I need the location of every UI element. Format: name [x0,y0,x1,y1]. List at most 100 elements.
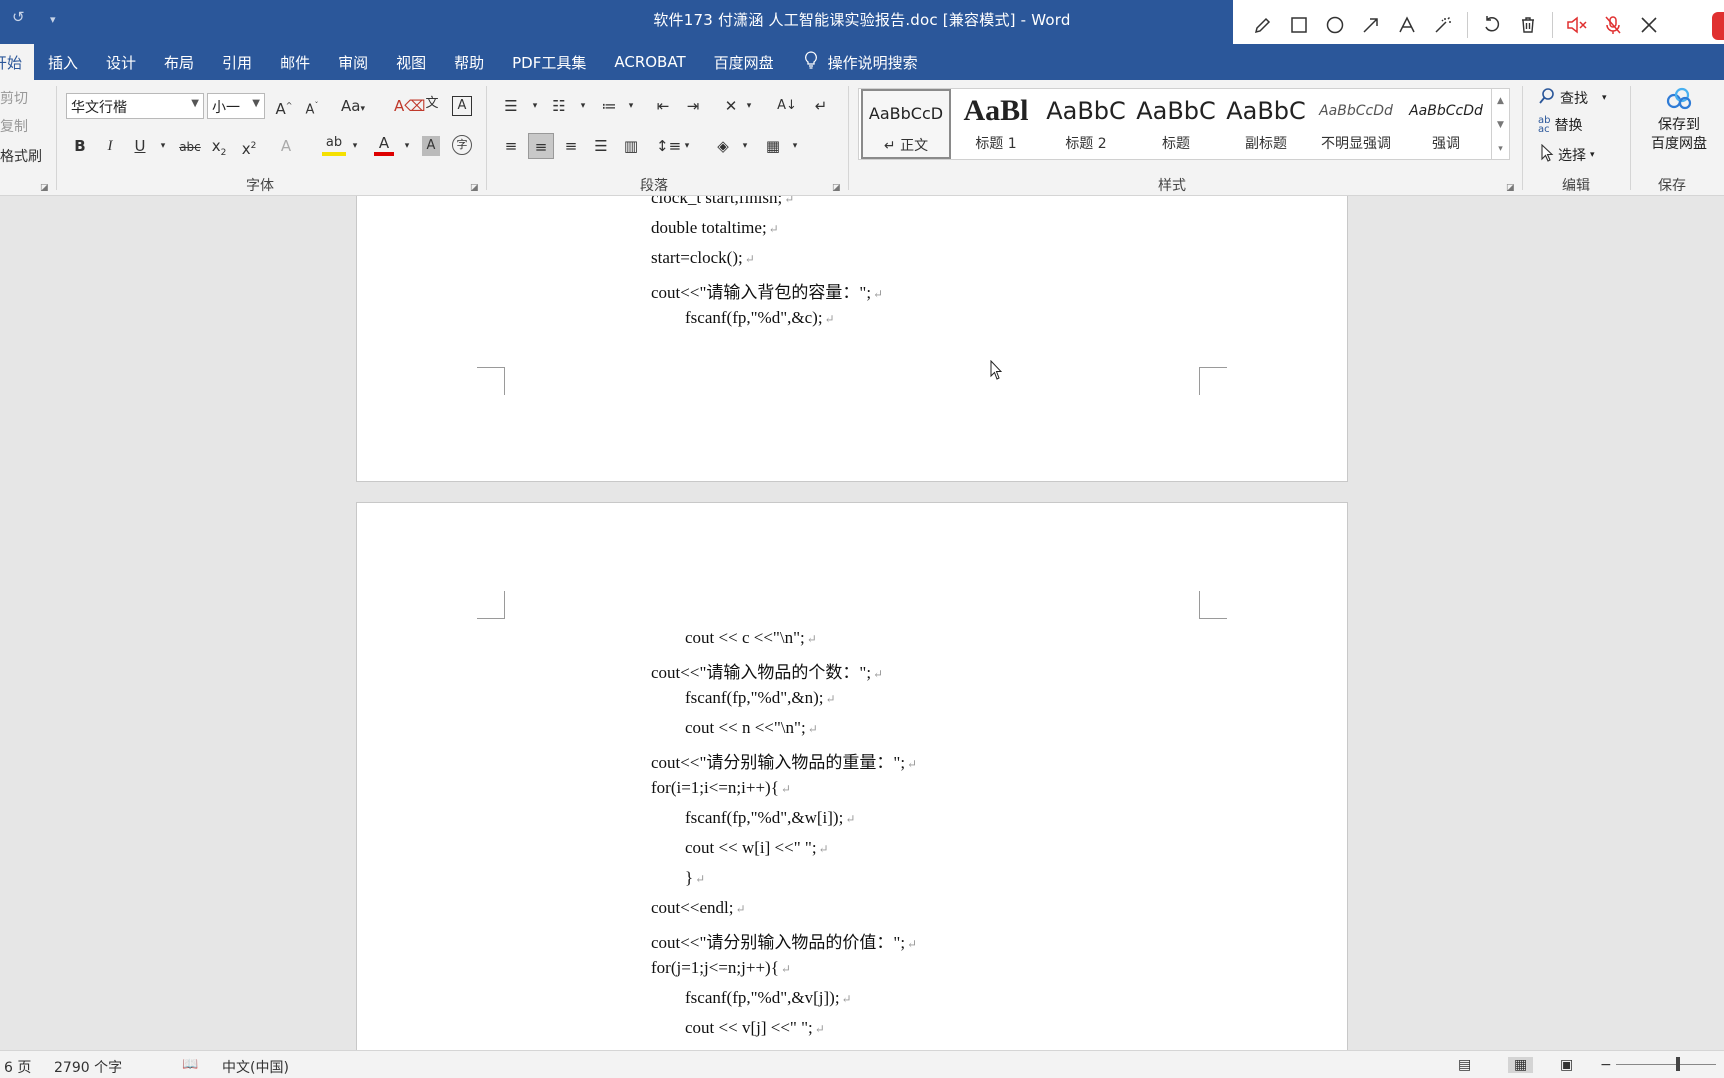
justify-icon[interactable]: ☰ [590,136,612,156]
shading-icon[interactable]: ◈ [712,136,734,156]
bold-icon[interactable]: B [72,136,88,156]
dialog-launcher-icon[interactable]: ◪ [470,178,479,198]
page-count[interactable]: 6 页 [4,1057,31,1077]
dialog-launcher-icon[interactable]: ◪ [832,178,841,198]
code-line[interactable]: fscanf(fp,"%d",&v[j]); ↵ [651,988,852,1008]
tab-help[interactable]: 帮助 [440,44,498,80]
chevron-down-icon[interactable]: ▾ [682,136,692,156]
dialog-launcher-icon[interactable]: ◪ [40,178,49,198]
tab-mailings[interactable]: 邮件 [266,44,324,80]
decrease-indent-icon[interactable]: ⇤ [652,96,674,116]
pencil-icon[interactable] [1245,7,1281,43]
code-line[interactable]: cout<<"请输入物品的个数："; ↵ [651,658,883,683]
phonetic-guide-icon[interactable]: 文 [422,94,442,114]
tab-review[interactable]: 审阅 [324,44,382,80]
code-line[interactable]: for(j=1;j<=n;j++){↵ [651,958,791,978]
code-line[interactable]: fscanf(fp,"%d",&c); ↵ [651,308,835,328]
borders-icon[interactable]: ▦ [762,136,784,156]
text-icon[interactable] [1389,7,1425,43]
align-right-icon[interactable]: ≡ [560,136,582,156]
web-layout-icon[interactable]: ▣ [1560,1057,1573,1073]
superscript-icon[interactable]: x2 [240,136,258,159]
code-line[interactable]: cout<<endl; ↵ [651,898,746,918]
tab-layout[interactable]: 布局 [150,44,208,80]
code-line[interactable]: cout<<"请分别输入物品的重量："; ↵ [651,748,917,773]
format-painter-button[interactable]: 格式刷 [0,146,42,166]
character-border-icon[interactable]: A [452,96,472,116]
tab-baidu-netdisk[interactable]: 百度网盘 [700,44,788,80]
align-center-icon[interactable]: ≡ [528,133,554,159]
code-line[interactable]: double totaltime; ↵ [651,218,779,238]
show-marks-icon[interactable]: ↵ [810,96,832,116]
style-heading-2[interactable]: AaBbC 标题 2 [1041,89,1131,159]
distributed-icon[interactable]: ▥ [620,136,642,156]
arrow-icon[interactable] [1353,7,1389,43]
code-line[interactable]: clock_t start,finish; ↵ [651,196,794,208]
chinese-layout-icon[interactable]: ✕ [720,96,742,116]
tell-me-search[interactable]: 操作说明搜索 [788,44,932,80]
close-icon[interactable] [1631,7,1667,43]
code-line[interactable]: fscanf(fp,"%d",&n); ↵ [651,688,836,708]
chevron-down-icon[interactable]: ▾ [578,96,588,116]
copy-button[interactable]: 复制 [0,116,28,136]
chevron-down-icon[interactable]: ▾ [402,136,412,156]
page[interactable] [356,502,1348,1050]
increase-indent-icon[interactable]: ⇥ [682,96,704,116]
tab-view[interactable]: 视图 [382,44,440,80]
page[interactable] [356,196,1348,482]
dialog-launcher-icon[interactable]: ◪ [1506,178,1515,198]
styles-scroll[interactable]: ▲ ▼ ▾ [1492,88,1510,160]
code-line[interactable]: fscanf(fp,"%d",&w[i]); ↵ [651,808,855,828]
code-line[interactable]: cout<<"请输入背包的容量："; ↵ [651,278,883,303]
font-color-icon[interactable]: A [374,134,394,156]
code-line[interactable]: cout << v[j] <<" "; ↵ [651,1018,825,1038]
text-effects-icon[interactable]: A [278,136,294,156]
tab-references[interactable]: 引用 [208,44,266,80]
trash-icon[interactable] [1510,7,1546,43]
clear-formatting-icon[interactable]: A⌫ [394,96,425,116]
font-size-combo[interactable]: 小一 ▼ [207,93,265,119]
undo-icon[interactable] [1474,7,1510,43]
line-spacing-icon[interactable]: ↕≡ [656,136,681,156]
style-title[interactable]: AaBbC 标题 [1131,89,1221,159]
chevron-down-icon[interactable]: ▾ [530,96,540,116]
print-layout-icon[interactable]: ▦ [1508,1057,1534,1073]
code-line[interactable]: for(i=1;i<=n;i++){↵ [651,778,791,798]
code-line[interactable]: cout << w[i] <<" "; ↵ [651,838,829,858]
cut-button[interactable]: 剪切 [0,88,28,108]
word-count[interactable]: 2790 个字 [54,1057,122,1077]
chevron-down-icon[interactable]: ▾ [158,136,168,156]
code-line[interactable]: cout << c <<"\n"; ↵ [651,628,817,648]
chevron-down-icon[interactable]: ▾ [626,96,636,116]
zoom-slider-thumb[interactable] [1676,1057,1680,1071]
save-to-baidu-button[interactable]: 保存到 百度网盘 [1640,86,1718,154]
font-name-combo[interactable]: 华文行楷 ▼ [66,93,204,119]
zoom-slider[interactable] [1616,1064,1716,1065]
tab-insert[interactable]: 插入 [34,44,92,80]
align-left-icon[interactable]: ≡ [500,136,522,156]
read-mode-icon[interactable]: ▤ [1458,1057,1471,1073]
strikethrough-icon[interactable]: abc [178,137,202,157]
style-normal[interactable]: AaBbCcD ↵ 正文 [861,89,951,159]
chevron-down-icon[interactable]: ▾ [790,136,800,156]
character-shading-icon[interactable]: A [422,136,440,156]
subscript-icon[interactable]: x2 [210,136,228,163]
select-button[interactable]: 选择 ▾ [1540,143,1595,166]
proofing-icon[interactable]: 📖 [182,1057,198,1072]
grow-font-icon[interactable]: A^ [274,96,294,119]
numbering-icon[interactable]: ☷ [548,96,570,116]
replace-button[interactable]: ab ac 替换 [1538,115,1582,135]
style-subtitle[interactable]: AaBbC 副标题 [1221,89,1311,159]
circle-icon[interactable] [1317,7,1353,43]
magic-wand-icon[interactable] [1425,7,1461,43]
microphone-muted-icon[interactable] [1595,7,1631,43]
bullets-icon[interactable]: ☰ [500,96,522,116]
code-line[interactable]: } ↵ [651,868,705,888]
underline-icon[interactable]: U [132,136,148,156]
shrink-font-icon[interactable]: Aˇ [302,96,322,120]
multilevel-list-icon[interactable]: ≔ [598,96,620,116]
language-indicator[interactable]: 中文(中国) [222,1057,289,1077]
style-heading-1[interactable]: AaBl 标题 1 [951,89,1041,159]
tab-design[interactable]: 设计 [92,44,150,80]
tab-home[interactable]: 开始 [0,44,34,80]
